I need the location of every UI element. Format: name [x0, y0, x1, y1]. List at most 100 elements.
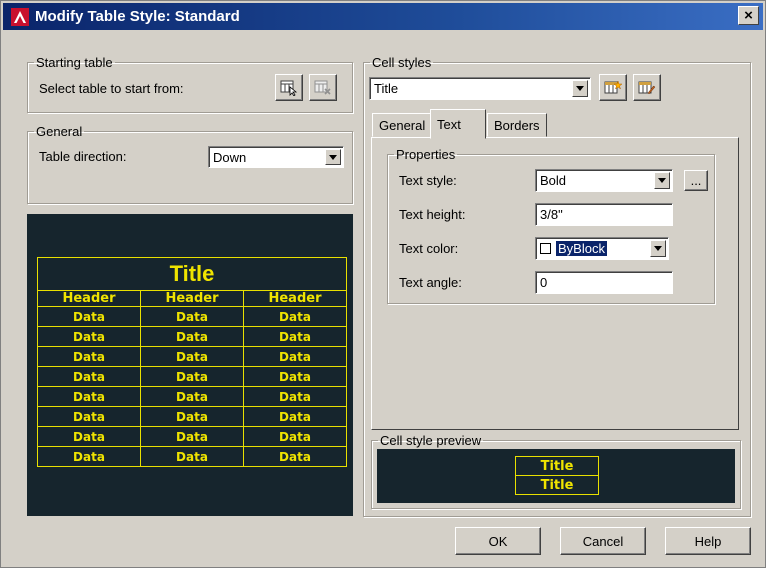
preview-data-cell: Data — [37, 386, 141, 407]
preview-data-cell: Data — [37, 426, 141, 447]
preview-data-cell: Data — [140, 386, 244, 407]
preview-data-cell: Data — [37, 346, 141, 367]
preview-data-cell: Data — [140, 326, 244, 347]
delete-table-icon — [314, 80, 331, 95]
preview-data-cell: Data — [243, 326, 347, 347]
tab-text[interactable]: Text — [430, 109, 486, 139]
preview-data-cell: Data — [140, 426, 244, 447]
preview-data-row: Data Data Data — [37, 366, 347, 387]
help-label: Help — [694, 533, 722, 549]
cell-preview-cell: Title — [515, 456, 599, 476]
cancel-label: Cancel — [582, 533, 624, 549]
modify-table-style-dialog: Modify Table Style: Standard × Starting … — [0, 0, 766, 568]
cell-style-dropdown[interactable]: Title — [369, 77, 591, 100]
preview-data-cell: Data — [37, 326, 141, 347]
properties-legend: Properties — [396, 147, 456, 162]
create-cell-style-button[interactable] — [599, 74, 627, 101]
preview-header-cell: Header — [37, 290, 141, 307]
text-color-value: ByBlock — [556, 241, 607, 256]
cell-style-preview-legend: Cell style preview — [380, 433, 482, 448]
text-style-value: Bold — [540, 173, 567, 188]
preview-data-row: Data Data Data — [37, 446, 347, 467]
preview-data-row: Data Data Data — [37, 346, 347, 367]
preview-data-cell: Data — [37, 446, 141, 467]
select-table-label: Select table to start from: — [39, 81, 184, 96]
select-table-icon — [280, 80, 298, 96]
chevron-down-icon[interactable] — [654, 172, 670, 189]
preview-title-cell: Title — [37, 257, 347, 291]
ok-label: OK — [488, 533, 508, 549]
text-height-value: 3/8" — [540, 207, 563, 222]
delete-table-button[interactable] — [309, 74, 337, 101]
preview-data-cell: Data — [243, 426, 347, 447]
chevron-down-icon[interactable] — [325, 149, 341, 165]
preview-data-cell: Data — [243, 386, 347, 407]
preview-data-cell: Data — [140, 406, 244, 427]
preview-data-row: Data Data Data — [37, 426, 347, 447]
table-direction-dropdown[interactable]: Down — [208, 146, 344, 168]
preview-data-cell: Data — [140, 446, 244, 467]
table-direction-label: Table direction: — [39, 149, 127, 164]
ellipsis-icon: ... — [690, 173, 702, 188]
cell-style-value: Title — [374, 81, 399, 96]
preview-data-row: Data Data Data — [37, 406, 347, 427]
preview-data-row: Data Data Data — [37, 386, 347, 407]
chevron-down-icon[interactable] — [572, 80, 588, 97]
general-legend: General — [36, 124, 83, 139]
text-height-label: Text height: — [399, 207, 466, 222]
tab-text-label: Text — [437, 116, 461, 132]
preview-header-row: Header Header Header — [37, 290, 347, 307]
create-cell-style-icon — [604, 79, 622, 93]
chevron-down-icon[interactable] — [650, 240, 666, 257]
preview-data-row: Data Data Data — [37, 306, 347, 327]
cell-preview-cell: Title — [515, 475, 599, 495]
preview-data-cell: Data — [37, 406, 141, 427]
preview-data-cell: Data — [243, 346, 347, 367]
preview-title-row: Title — [37, 257, 347, 291]
preview-data-cell: Data — [140, 306, 244, 327]
autocad-app-icon — [11, 7, 29, 26]
preview-header-cell: Header — [140, 290, 244, 307]
close-button[interactable]: × — [738, 6, 759, 25]
text-style-dropdown[interactable]: Bold — [535, 169, 673, 192]
manage-cell-styles-icon — [638, 81, 656, 94]
text-style-browse-button[interactable]: ... — [684, 170, 708, 191]
cell-style-preview-table: Title Title — [515, 456, 599, 495]
tab-borders-label: Borders — [494, 117, 540, 133]
text-color-dropdown[interactable]: ByBlock — [535, 237, 669, 260]
window-title: Modify Table Style: Standard — [35, 8, 240, 25]
preview-data-row: Data Data Data — [37, 326, 347, 347]
tab-general-label: General — [379, 117, 426, 133]
text-angle-value: 0 — [540, 275, 548, 290]
text-style-label: Text style: — [399, 173, 457, 188]
preview-data-cell: Data — [243, 366, 347, 387]
text-height-input[interactable]: 3/8" — [535, 203, 673, 226]
cell-styles-legend: Cell styles — [372, 55, 432, 70]
preview-data-cell: Data — [243, 446, 347, 467]
preview-data-cell: Data — [37, 306, 141, 327]
cancel-button[interactable]: Cancel — [560, 527, 646, 555]
preview-data-cell: Data — [140, 366, 244, 387]
starting-table-legend: Starting table — [36, 55, 113, 70]
help-button[interactable]: Help — [665, 527, 751, 555]
select-table-button[interactable] — [275, 74, 303, 101]
table-direction-value: Down — [213, 149, 247, 165]
cell-preview-row: Title — [515, 475, 599, 495]
title-bar: Modify Table Style: Standard × — [3, 3, 763, 30]
close-icon: × — [744, 7, 753, 24]
preview-data-cell: Data — [37, 366, 141, 387]
text-angle-label: Text angle: — [399, 275, 462, 290]
manage-cell-styles-button[interactable] — [633, 74, 661, 101]
color-swatch-icon — [540, 243, 551, 254]
text-color-label: Text color: — [399, 241, 459, 256]
tab-borders[interactable]: Borders — [487, 113, 547, 137]
preview-table: Title Header Header Header Data Data Data Data D… — [37, 257, 347, 467]
preview-data-cell: Data — [243, 306, 347, 327]
preview-header-cell: Header — [243, 290, 347, 307]
ok-button[interactable]: OK — [455, 527, 541, 555]
cell-preview-row: Title — [515, 456, 599, 476]
tab-general[interactable]: General — [372, 113, 433, 137]
preview-data-cell: Data — [140, 346, 244, 367]
text-angle-input[interactable]: 0 — [535, 271, 673, 294]
preview-data-cell: Data — [243, 406, 347, 427]
